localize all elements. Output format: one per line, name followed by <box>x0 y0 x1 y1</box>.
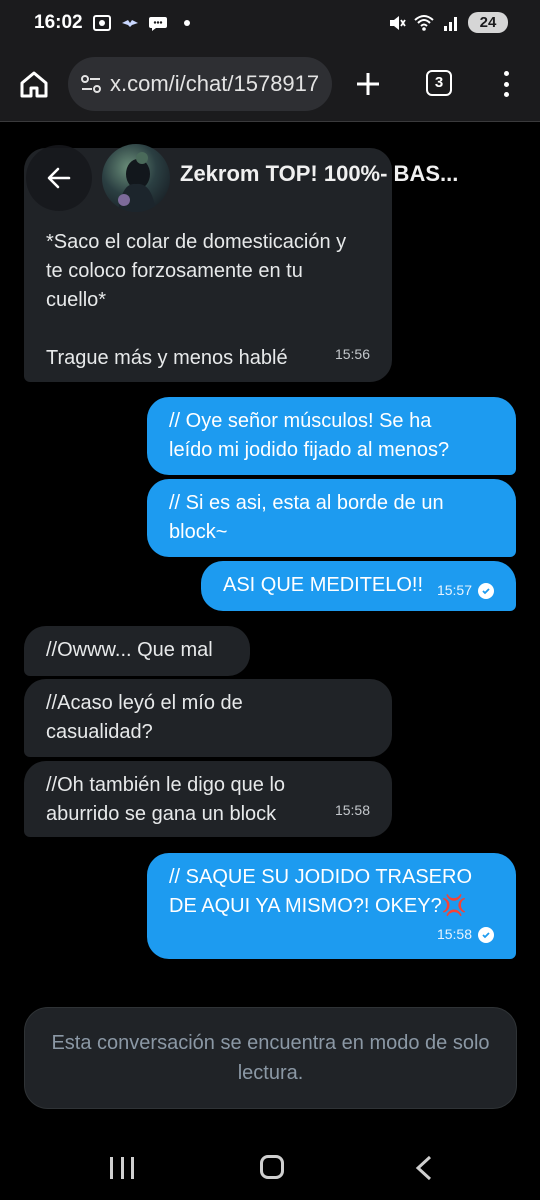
message-text: //Oh también le digo que lo aburrido se … <box>46 774 286 825</box>
message-time: 15:56 <box>334 346 370 362</box>
message-bubble-outgoing: // Oye señor músculos! Se ha leído mi jo… <box>147 397 516 475</box>
navigation-bar <box>0 1133 540 1200</box>
screenshot-icon <box>93 15 111 31</box>
battery-indicator: 24 <box>468 12 508 33</box>
site-settings-icon[interactable] <box>78 71 104 97</box>
url-text[interactable]: x.com/i/chat/1578917 <box>110 71 320 97</box>
message-text: // Oye señor músculos! Se ha leído mi jo… <box>169 410 450 461</box>
message-text: //Owww... Que mal <box>46 639 213 661</box>
chat-title[interactable]: Zekrom TOP! 100%- BAS... <box>180 161 500 187</box>
mute-icon <box>390 15 406 30</box>
chat-header: Zekrom TOP! 100%- BAS... <box>22 141 522 221</box>
message-bubble-incoming: //Owww... Que mal <box>24 626 250 676</box>
status-bar: 16:02 24 <box>0 0 540 48</box>
notification-icons <box>92 13 190 33</box>
readonly-notice: Esta conversación se encuentra en modo d… <box>24 1007 517 1109</box>
message-text: // Si es asi, esta al borde de un block~ <box>169 492 444 543</box>
home-button-icon[interactable] <box>260 1155 284 1179</box>
message-bubble-outgoing: ASI QUE MEDITELO!! 15:57 <box>201 561 516 611</box>
system-icons: 24 <box>387 12 508 33</box>
more-options-icon[interactable] <box>496 68 516 100</box>
wifi-icon <box>414 14 434 31</box>
chat-bubble-icon <box>149 17 167 31</box>
signal-icon <box>444 16 457 31</box>
check-icon <box>478 926 494 943</box>
chat-area: *Saco el colar de domesticación y te col… <box>0 123 540 1133</box>
avatar-image <box>118 152 156 212</box>
message-time: 15:58 <box>437 920 494 949</box>
arrow-left-icon <box>47 167 71 189</box>
message-text: *Saco el colar de domesticación y te col… <box>46 231 347 369</box>
tab-switcher-button[interactable]: 3 <box>426 70 452 96</box>
back-nav-icon[interactable] <box>414 1155 434 1181</box>
message-time: 15:57 <box>437 576 494 605</box>
more-notifications-dot <box>184 20 190 26</box>
home-icon[interactable] <box>18 68 50 100</box>
message-bubble-outgoing: // SAQUE SU JODIDO TRASERO DE AQUI YA MI… <box>147 853 516 959</box>
message-bubble-outgoing: // Si es asi, esta al borde de un block~ <box>147 479 516 557</box>
time-label: 15:58 <box>436 926 472 942</box>
check-icon <box>478 582 494 599</box>
message-text: //Acaso leyó el mío de casualidad? <box>46 692 243 743</box>
message-bubble-incoming: //Acaso leyó el mío de casualidad? <box>24 679 392 757</box>
time-label: 15:57 <box>436 582 472 598</box>
status-time: 16:02 <box>34 12 83 33</box>
message-bubble-incoming: //Oh también le digo que lo aburrido se … <box>24 761 392 837</box>
bird-icon <box>122 20 138 27</box>
message-time: 15:58 <box>334 802 370 818</box>
address-bar[interactable]: x.com/i/chat/1578917 <box>68 57 332 111</box>
browser-toolbar: x.com/i/chat/1578917 3 <box>0 48 540 122</box>
message-text: // SAQUE SU JODIDO TRASERO DE AQUI YA MI… <box>169 866 473 917</box>
back-button[interactable] <box>26 145 92 211</box>
recent-apps-icon[interactable] <box>110 1157 134 1179</box>
new-tab-icon[interactable] <box>352 68 384 100</box>
avatar[interactable] <box>102 144 170 212</box>
